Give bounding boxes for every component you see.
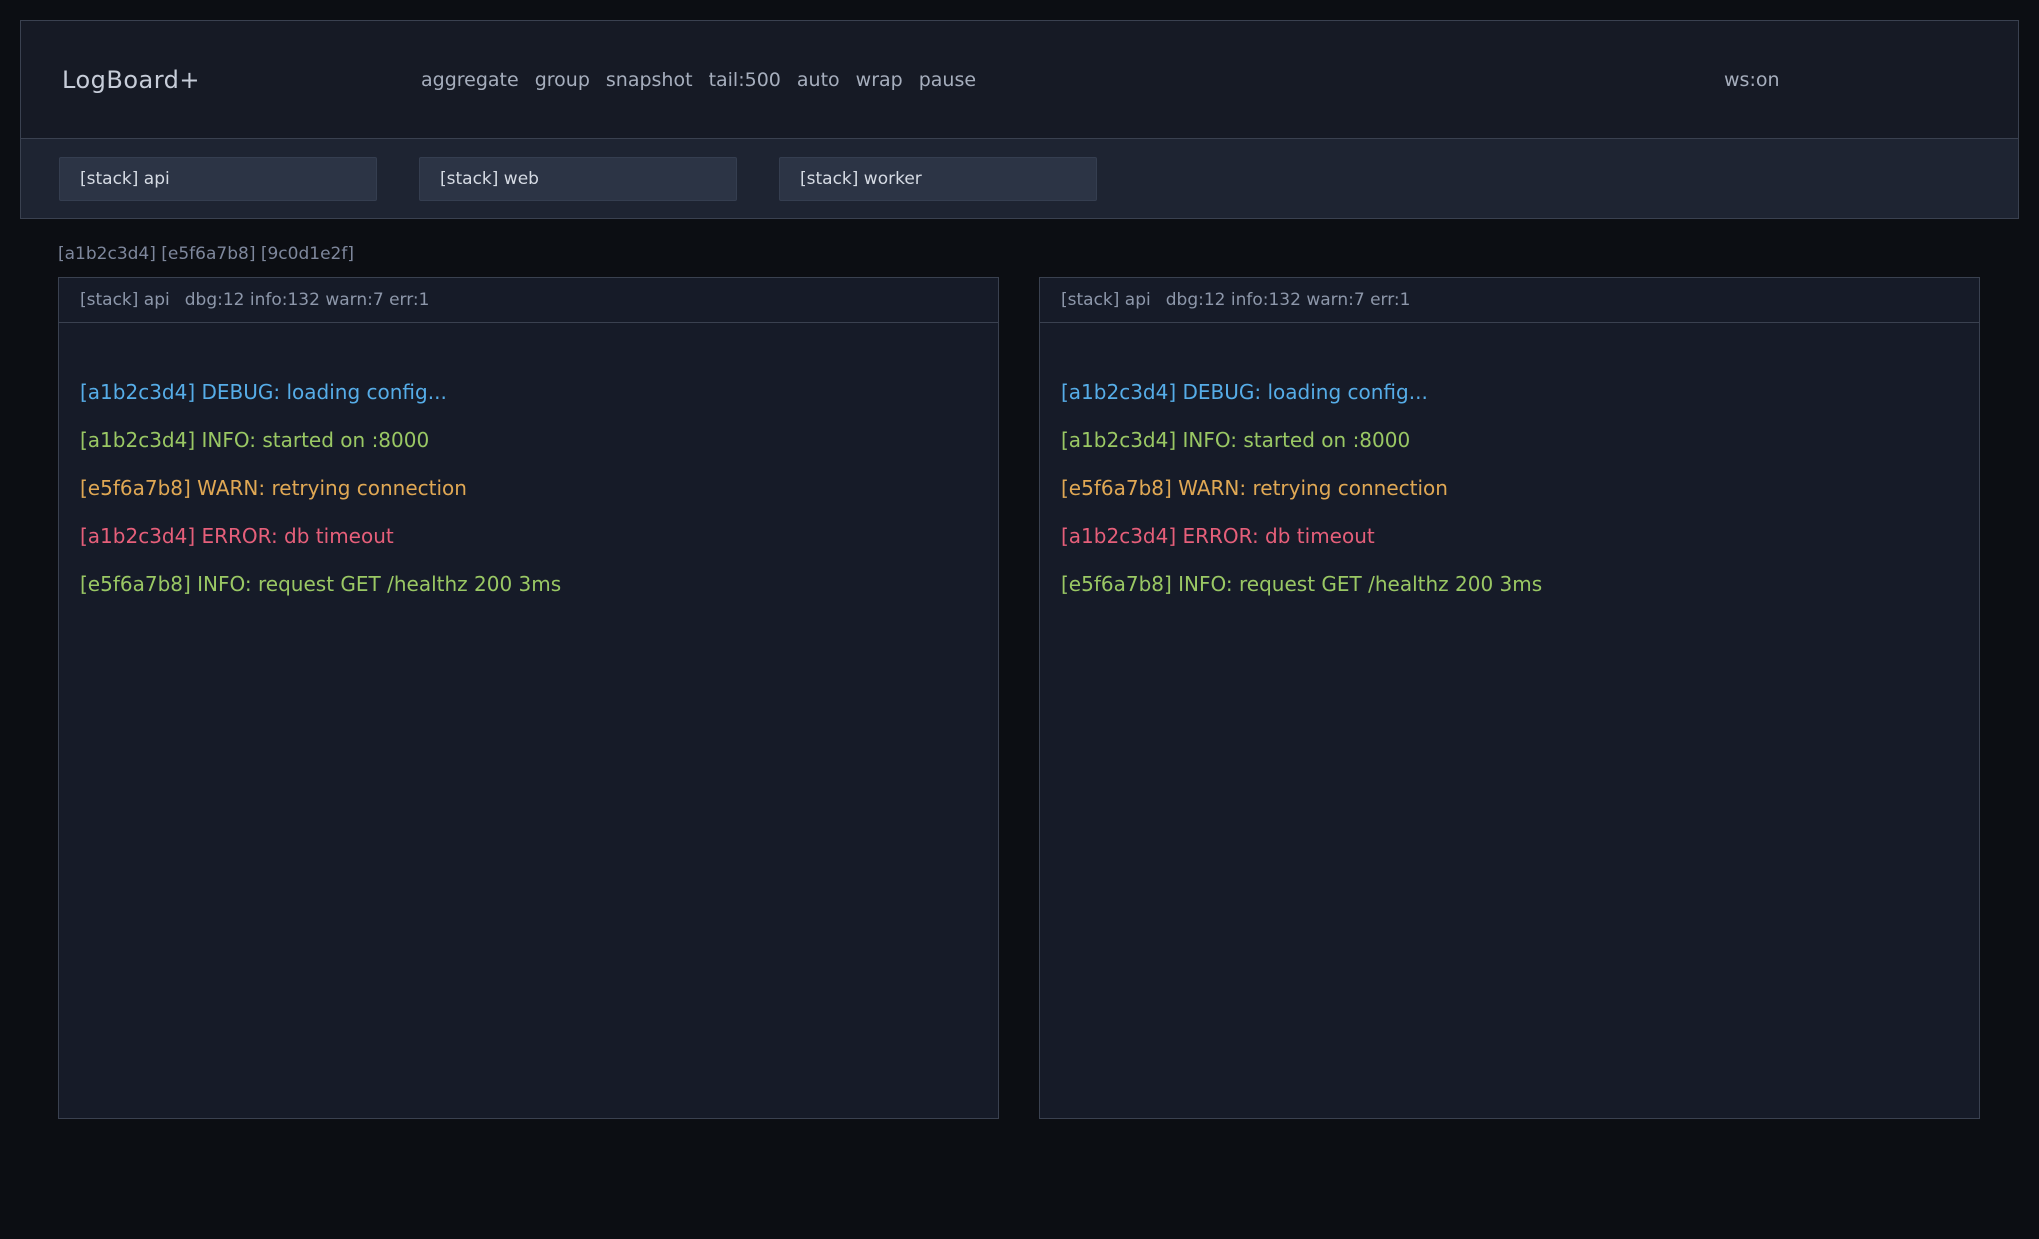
panel-stats: dbg:12 info:132 warn:7 err:1 (1166, 290, 1411, 310)
log-line: [a1b2c3d4] DEBUG: loading config... (80, 368, 977, 416)
log-line: [a1b2c3d4] ERROR: db timeout (80, 512, 977, 560)
panel-stats: dbg:12 info:132 warn:7 err:1 (185, 290, 430, 310)
panel-header: [stack] api dbg:12 info:132 warn:7 err:1 (1040, 278, 1979, 323)
toolbar-item-snapshot[interactable]: snapshot (606, 69, 693, 91)
toolbar-item-group[interactable]: group (535, 69, 590, 91)
app-title: LogBoard+ (62, 66, 200, 94)
log-panels: [stack] api dbg:12 info:132 warn:7 err:1… (58, 277, 1980, 1119)
stack-tabs: [stack] api [stack] web [stack] worker (21, 138, 2018, 218)
tab-stack-worker[interactable]: [stack] worker (779, 157, 1097, 201)
log-line: [a1b2c3d4] INFO: started on :8000 (1061, 416, 1958, 464)
ws-status-badge: ws:on (1724, 69, 1780, 91)
header-bar: LogBoard+ aggregate group snapshot tail:… (21, 21, 2018, 138)
log-panel-1: [stack] api dbg:12 info:132 warn:7 err:1… (58, 277, 999, 1119)
panel-title: [stack] api (80, 290, 170, 310)
log-line: [e5f6a7b8] WARN: retrying connection (1061, 464, 1958, 512)
tab-stack-api[interactable]: [stack] api (59, 157, 377, 201)
log-stream: [a1b2c3d4] DEBUG: loading config... [a1b… (1040, 323, 1979, 608)
tab-label: [stack] web (440, 169, 539, 189)
log-line: [e5f6a7b8] INFO: request GET /healthz 20… (1061, 560, 1958, 608)
tab-stack-web[interactable]: [stack] web (419, 157, 737, 201)
log-line: [e5f6a7b8] WARN: retrying connection (80, 464, 977, 512)
tab-label: [stack] worker (800, 169, 922, 189)
log-line: [a1b2c3d4] ERROR: db timeout (1061, 512, 1958, 560)
toolbar-item-pause[interactable]: pause (919, 69, 976, 91)
panel-header: [stack] api dbg:12 info:132 warn:7 err:1 (59, 278, 998, 323)
log-line: [e5f6a7b8] INFO: request GET /healthz 20… (80, 560, 977, 608)
toolbar-item-tail[interactable]: tail:500 (709, 69, 781, 91)
toolbar-item-auto[interactable]: auto (797, 69, 840, 91)
trace-ids: [a1b2c3d4] [e5f6a7b8] [9c0d1e2f] (58, 244, 354, 264)
top-toolbar-panel: LogBoard+ aggregate group snapshot tail:… (20, 20, 2019, 219)
log-line: [a1b2c3d4] INFO: started on :8000 (80, 416, 977, 464)
toolbar-item-wrap[interactable]: wrap (856, 69, 903, 91)
toolbar: aggregate group snapshot tail:500 auto w… (421, 69, 976, 91)
panel-title: [stack] api (1061, 290, 1151, 310)
tab-label: [stack] api (80, 169, 170, 189)
log-panel-2: [stack] api dbg:12 info:132 warn:7 err:1… (1039, 277, 1980, 1119)
log-stream: [a1b2c3d4] DEBUG: loading config... [a1b… (59, 323, 998, 608)
toolbar-item-aggregate[interactable]: aggregate (421, 69, 519, 91)
log-line: [a1b2c3d4] DEBUG: loading config... (1061, 368, 1958, 416)
